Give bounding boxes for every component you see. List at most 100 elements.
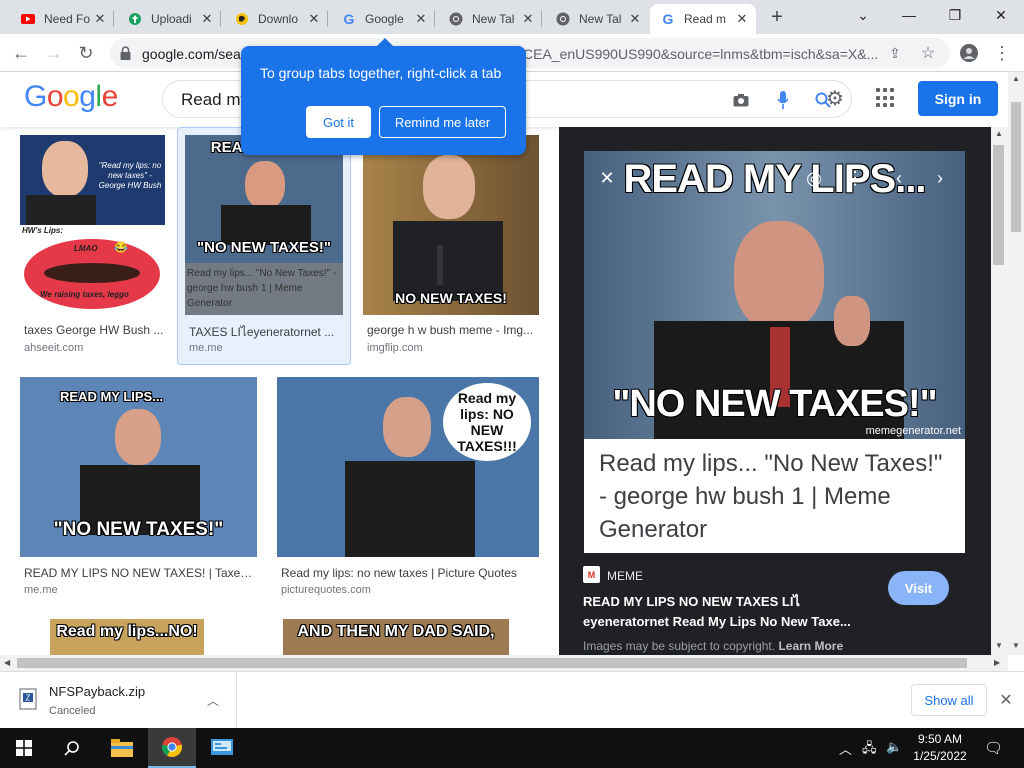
panel-scrollbar-thumb[interactable] [993,145,1004,265]
camera-icon[interactable] [731,90,751,110]
tab-6[interactable]: New Tal ✕ [545,4,649,34]
tab-close-icon[interactable]: ✕ [413,11,429,27]
file-explorer-icon[interactable] [98,728,146,768]
tab-close-icon[interactable]: ✕ [627,11,643,27]
result-thumbnail-6[interactable]: Read my lips...NO! [50,619,204,655]
notification-icon[interactable]: 🗨 [984,739,1003,757]
reload-button[interactable]: ↻ [73,40,99,66]
windows-start-icon[interactable] [0,728,48,768]
horizontal-scrollbar-thumb[interactable] [17,658,967,668]
share-icon[interactable]: ⇪ [886,44,904,62]
laughing-emoji-icon: 😂 [114,242,128,254]
result-source-4[interactable]: me.me [24,584,58,596]
url-text-tail: CEA_enUS990US990&source=lnms&tbm=isch&sa… [523,46,879,62]
got-it-button[interactable]: Got it [306,106,371,138]
result-source-1[interactable]: ahseeit.com [24,342,83,354]
download-item[interactable]: Z NFSPayback.zip Canceled ︿ [0,672,237,728]
result-thumbnail-7[interactable]: AND THEN MY DAD SAID, [283,619,509,655]
sign-in-button[interactable]: Sign in [918,81,998,116]
tab-close-icon[interactable]: ✕ [92,11,108,27]
tab-close-icon[interactable]: ✕ [734,11,750,27]
microphone-icon[interactable] [773,90,793,110]
tab-2[interactable]: Uploadi ✕ [117,4,221,34]
apps-grid-icon[interactable] [876,88,896,108]
result-source-5[interactable]: picturequotes.com [281,584,371,596]
preview-image[interactable]: READ MY LIPS... "NO NEW TAXES!" memegene… [584,151,965,439]
panel-scrollbar[interactable]: ▲ ▼ [991,127,1008,655]
learn-more-link[interactable]: Learn More [778,639,843,653]
gear-icon[interactable]: ⚙ [824,87,846,110]
forward-button[interactable]: → [41,40,67,66]
more-options-icon[interactable]: ⋮ [844,167,866,189]
visit-button[interactable]: Visit [888,571,949,605]
scroll-left-arrow-icon[interactable]: ◀ [4,658,10,667]
chrome-taskbar-icon[interactable] [148,728,196,768]
network-icon[interactable]: 🖧 [862,739,877,761]
browser-menu-icon[interactable]: ⋮ [989,40,1015,66]
scroll-up-arrow-icon[interactable]: ▲ [1012,74,1020,83]
search-icon[interactable] [48,728,96,768]
result-thumbnail-1[interactable]: "Read my lips: no new taxes" -George HW … [20,135,165,315]
scroll-right-arrow-icon[interactable]: ▶ [994,658,1000,667]
result-caption-2[interactable]: TAXES LIไeyeneratornet ... [189,323,339,342]
new-tab-button[interactable]: + [766,7,788,29]
tab-search-chevron-icon[interactable]: ⌄ [840,0,886,30]
result-source-3[interactable]: imgflip.com [367,342,423,354]
next-image-icon[interactable]: › [929,167,951,189]
control-panel-icon[interactable] [198,728,246,768]
tab-close-icon[interactable]: ✕ [199,11,215,27]
result-thumbnail-4[interactable]: READ MY LIPS... "NO NEW TAXES!" [20,377,257,557]
preview-title-link[interactable]: READ MY LIPS NO NEW TAXES LIไ eyenerator… [583,592,883,632]
address-bar[interactable]: google.com/sea CEA_enUS990US990&source=l… [110,38,950,68]
tab-close-icon[interactable]: ✕ [306,11,322,27]
tab-1[interactable]: Need Fo ✕ [10,4,114,34]
bookmark-star-icon[interactable]: ☆ [919,44,937,62]
horizontal-scrollbar[interactable]: ◀ ▶ [0,655,1008,671]
tab-title: Google [365,12,404,26]
minimize-button[interactable]: — [886,0,932,30]
scroll-down-arrow-icon[interactable]: ▼ [995,641,1003,650]
profile-avatar-icon[interactable] [956,40,982,66]
restore-button[interactable]: ❐ [932,0,978,30]
youtube-icon [20,11,36,27]
result-thumbnail-2[interactable]: READ MY LIPS "NO NEW TAXES!" Read my lip… [185,135,343,315]
volume-muted-icon[interactable]: 🔈 [886,739,902,755]
result-caption-4[interactable]: READ MY LIPS NO NEW TAXES! | Taxes ... [24,566,254,580]
site-name[interactable]: MEME [607,569,643,583]
scroll-down-arrow-icon[interactable]: ▼ [1012,641,1020,650]
tray-chevron-icon[interactable]: ︿ [839,739,852,758]
result-caption-3[interactable]: george h w bush meme - Img... [367,323,537,337]
show-all-button[interactable]: Show all [911,684,987,716]
tab-close-icon[interactable]: ✕ [520,11,536,27]
download-status: Canceled [49,705,96,717]
remind-me-later-button[interactable]: Remind me later [379,106,506,138]
lens-icon[interactable]: ◎ [803,167,825,189]
result-thumbnail-5[interactable]: Read my lips: NO NEW TAXES!!! [277,377,539,557]
thumb-meme-top-text: Read my lips...NO! [56,623,198,640]
page-scrollbar[interactable]: ▲ ▼ [1008,72,1024,655]
back-button[interactable]: ← [8,40,34,66]
close-window-button[interactable]: ✕ [978,0,1024,30]
page-scrollbar-thumb[interactable] [1011,102,1021,232]
scroll-up-arrow-icon[interactable]: ▲ [995,129,1003,138]
result-caption-1[interactable]: taxes George HW Bush ... [24,323,164,337]
chevron-up-icon[interactable]: ︿ [203,690,223,710]
svg-text:Z: Z [26,694,31,703]
previous-image-icon[interactable]: ‹ [888,167,910,189]
tab-4[interactable]: G Google ✕ [331,4,435,34]
image-preview-panel: READ MY LIPS... "NO NEW TAXES!" memegene… [559,127,991,655]
clock-date: 1/25/2022 [913,749,967,763]
tab-5[interactable]: New Tal ✕ [438,4,542,34]
result-source-2[interactable]: me.me [189,342,223,354]
tab-7-active[interactable]: G Read m ✕ [650,4,756,34]
close-download-bar-icon[interactable]: ✕ [996,690,1016,710]
close-panel-icon[interactable]: ✕ [596,167,618,189]
system-clock[interactable]: 9:50 AM 1/25/2022 [910,731,970,765]
tab-3[interactable]: Downlo ✕ [224,4,328,34]
tab-separator [113,11,114,27]
search-input[interactable]: Read my [181,90,249,110]
result-thumbnail-3[interactable]: NO NEW TAXES! [363,135,539,315]
result-caption-5[interactable]: Read my lips: no new taxes | Picture Quo… [281,566,539,580]
tab-title: Need Fo [44,12,91,26]
google-logo[interactable]: Google [24,80,118,114]
